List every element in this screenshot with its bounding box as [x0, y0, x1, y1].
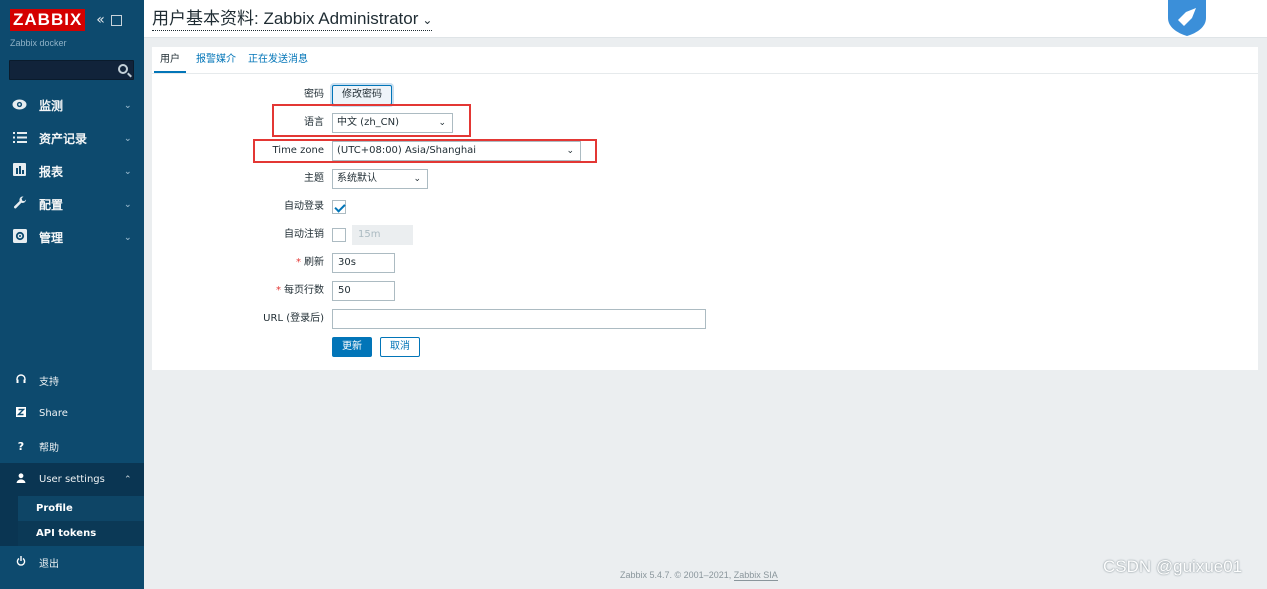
- menu-label: 帮助: [39, 443, 59, 454]
- sidebar: ZABBIX « Zabbix docker 监测 ⌄ 资产记录 ⌄ 报表 ⌄: [0, 0, 144, 589]
- theme-row: 主题 系统默认 ⌄: [152, 169, 1258, 191]
- autologout-label: 自动注销: [284, 229, 324, 240]
- theme-select[interactable]: 系统默认 ⌄: [332, 169, 428, 189]
- zabbix-logo[interactable]: ZABBIX: [10, 9, 86, 31]
- server-name: Zabbix docker: [10, 38, 67, 48]
- refresh-input[interactable]: 30s: [332, 253, 395, 273]
- chevron-down-icon: ⌄: [124, 166, 132, 177]
- headset-icon: [14, 374, 28, 387]
- highlight-box-timezone: [253, 139, 597, 163]
- shield-icon: [1168, 0, 1206, 36]
- search-icon[interactable]: [118, 64, 128, 74]
- required-asterisk: *: [276, 285, 281, 296]
- rows-label-text: 每页行数: [284, 285, 324, 296]
- autologin-checkbox[interactable]: [332, 200, 346, 214]
- refresh-label-text: 刷新: [304, 257, 324, 268]
- menu-label: 支持: [39, 377, 59, 388]
- page-footer: Zabbix 5.4.7. © 2001–2021, Zabbix SIA: [620, 570, 778, 581]
- autologin-row: 自动登录: [152, 197, 1258, 219]
- share-z-icon: [14, 407, 28, 420]
- password-label: 密码: [304, 89, 324, 100]
- main-menu: 监测 ⌄ 资产记录 ⌄ 报表 ⌄ 配置 ⌄ 管理 ⌄: [0, 89, 144, 254]
- form-buttons-row: 更新 取消: [152, 337, 1258, 359]
- menu-item-administration[interactable]: 管理 ⌄: [0, 221, 144, 254]
- rows-per-page-input[interactable]: 50: [332, 281, 395, 301]
- chevron-down-icon: ⌄: [124, 133, 132, 144]
- autologout-input[interactable]: 15m: [352, 225, 413, 245]
- chevron-down-icon: ⌄: [413, 174, 421, 184]
- url-row: URL (登录后): [152, 309, 1258, 331]
- theme-label: 主题: [304, 173, 324, 184]
- page-title[interactable]: 用户基本资料: Zabbix Administrator ⌄: [152, 9, 433, 31]
- wrench-icon: [11, 195, 28, 214]
- menu-item-support[interactable]: 支持: [0, 364, 144, 397]
- submenu-item-api-tokens[interactable]: API tokens: [18, 521, 144, 546]
- autologout-checkbox[interactable]: [332, 228, 346, 242]
- menu-item-logout[interactable]: 退出: [0, 546, 144, 579]
- menu-item-reports[interactable]: 报表 ⌄: [0, 155, 144, 188]
- page-title-text: 用户基本资料: Zabbix Administrator: [152, 9, 419, 28]
- gear-box-icon: [11, 228, 28, 247]
- menu-item-configuration[interactable]: 配置 ⌄: [0, 188, 144, 221]
- submenu-item-profile[interactable]: Profile: [18, 496, 144, 521]
- bottom-menu: 支持 Share ? 帮助 User settings ⌃ Profile AP…: [0, 364, 144, 579]
- chevron-down-icon: ⌄: [124, 232, 132, 243]
- footer-link[interactable]: Zabbix SIA: [733, 570, 778, 581]
- bar-chart-icon: [11, 163, 28, 180]
- kiosk-mode-icon[interactable]: [110, 14, 122, 26]
- menu-label: Share: [39, 408, 68, 419]
- menu-item-inventory[interactable]: 资产记录 ⌄: [0, 122, 144, 155]
- change-password-button[interactable]: 修改密码: [332, 85, 392, 105]
- footer-text: Zabbix 5.4.7. © 2001–2021,: [620, 570, 734, 580]
- tab-messaging[interactable]: 正在发送消息: [242, 47, 314, 73]
- autologout-row: 自动注销 15m: [152, 225, 1258, 247]
- autologin-label: 自动登录: [284, 201, 324, 212]
- logo-row: ZABBIX «: [10, 9, 122, 31]
- chevron-down-icon: ⌄: [422, 13, 433, 27]
- user-settings-submenu: Profile API tokens: [0, 496, 144, 546]
- refresh-row: * 刷新 30s: [152, 253, 1258, 275]
- tab-media[interactable]: 报警媒介: [190, 47, 242, 73]
- menu-item-share[interactable]: Share: [0, 397, 144, 430]
- theme-value: 系统默认: [337, 173, 377, 184]
- menu-label: 退出: [39, 559, 59, 570]
- highlight-box-language: [272, 104, 471, 137]
- tab-user[interactable]: 用户: [154, 47, 186, 73]
- collapse-sidebar-icon[interactable]: «: [96, 9, 105, 31]
- menu-item-monitoring[interactable]: 监测 ⌄: [0, 89, 144, 122]
- update-button[interactable]: 更新: [332, 337, 372, 357]
- url-input[interactable]: [332, 309, 706, 329]
- page-header: 用户基本资料: Zabbix Administrator ⌄: [144, 0, 1267, 38]
- menu-label: 配置: [39, 198, 64, 212]
- search-input[interactable]: [9, 60, 134, 80]
- cancel-button[interactable]: 取消: [380, 337, 420, 357]
- tab-bar: 用户 报警媒介 正在发送消息: [152, 47, 1258, 74]
- menu-label: 报表: [39, 165, 64, 179]
- chevron-down-icon: ⌄: [124, 100, 132, 111]
- user-icon: [14, 473, 28, 486]
- profile-panel: 用户 报警媒介 正在发送消息 密码 修改密码 语言 中文 (zh_CN) ⌄ Ti…: [152, 47, 1258, 370]
- menu-label: 监测: [39, 99, 64, 113]
- menu-item-user-settings[interactable]: User settings ⌃: [0, 463, 144, 496]
- url-label: URL (登录后): [263, 313, 324, 324]
- menu-label: 资产记录: [39, 132, 88, 146]
- rows-label: * 每页行数: [276, 281, 324, 301]
- menu-label: User settings: [39, 474, 105, 485]
- required-asterisk: *: [296, 257, 301, 268]
- chevron-down-icon: ⌄: [124, 199, 132, 210]
- chevron-up-icon: ⌃: [124, 474, 132, 485]
- rows-per-page-row: * 每页行数 50: [152, 281, 1258, 303]
- power-icon: [14, 556, 28, 569]
- menu-label: 管理: [39, 231, 64, 245]
- refresh-label: * 刷新: [296, 253, 324, 273]
- eye-icon: [11, 98, 28, 114]
- help-icon: ?: [17, 440, 25, 453]
- csdn-watermark: CSDN @guixue01: [1103, 557, 1243, 576]
- list-icon: [11, 131, 28, 147]
- menu-item-help[interactable]: ? 帮助: [0, 430, 144, 463]
